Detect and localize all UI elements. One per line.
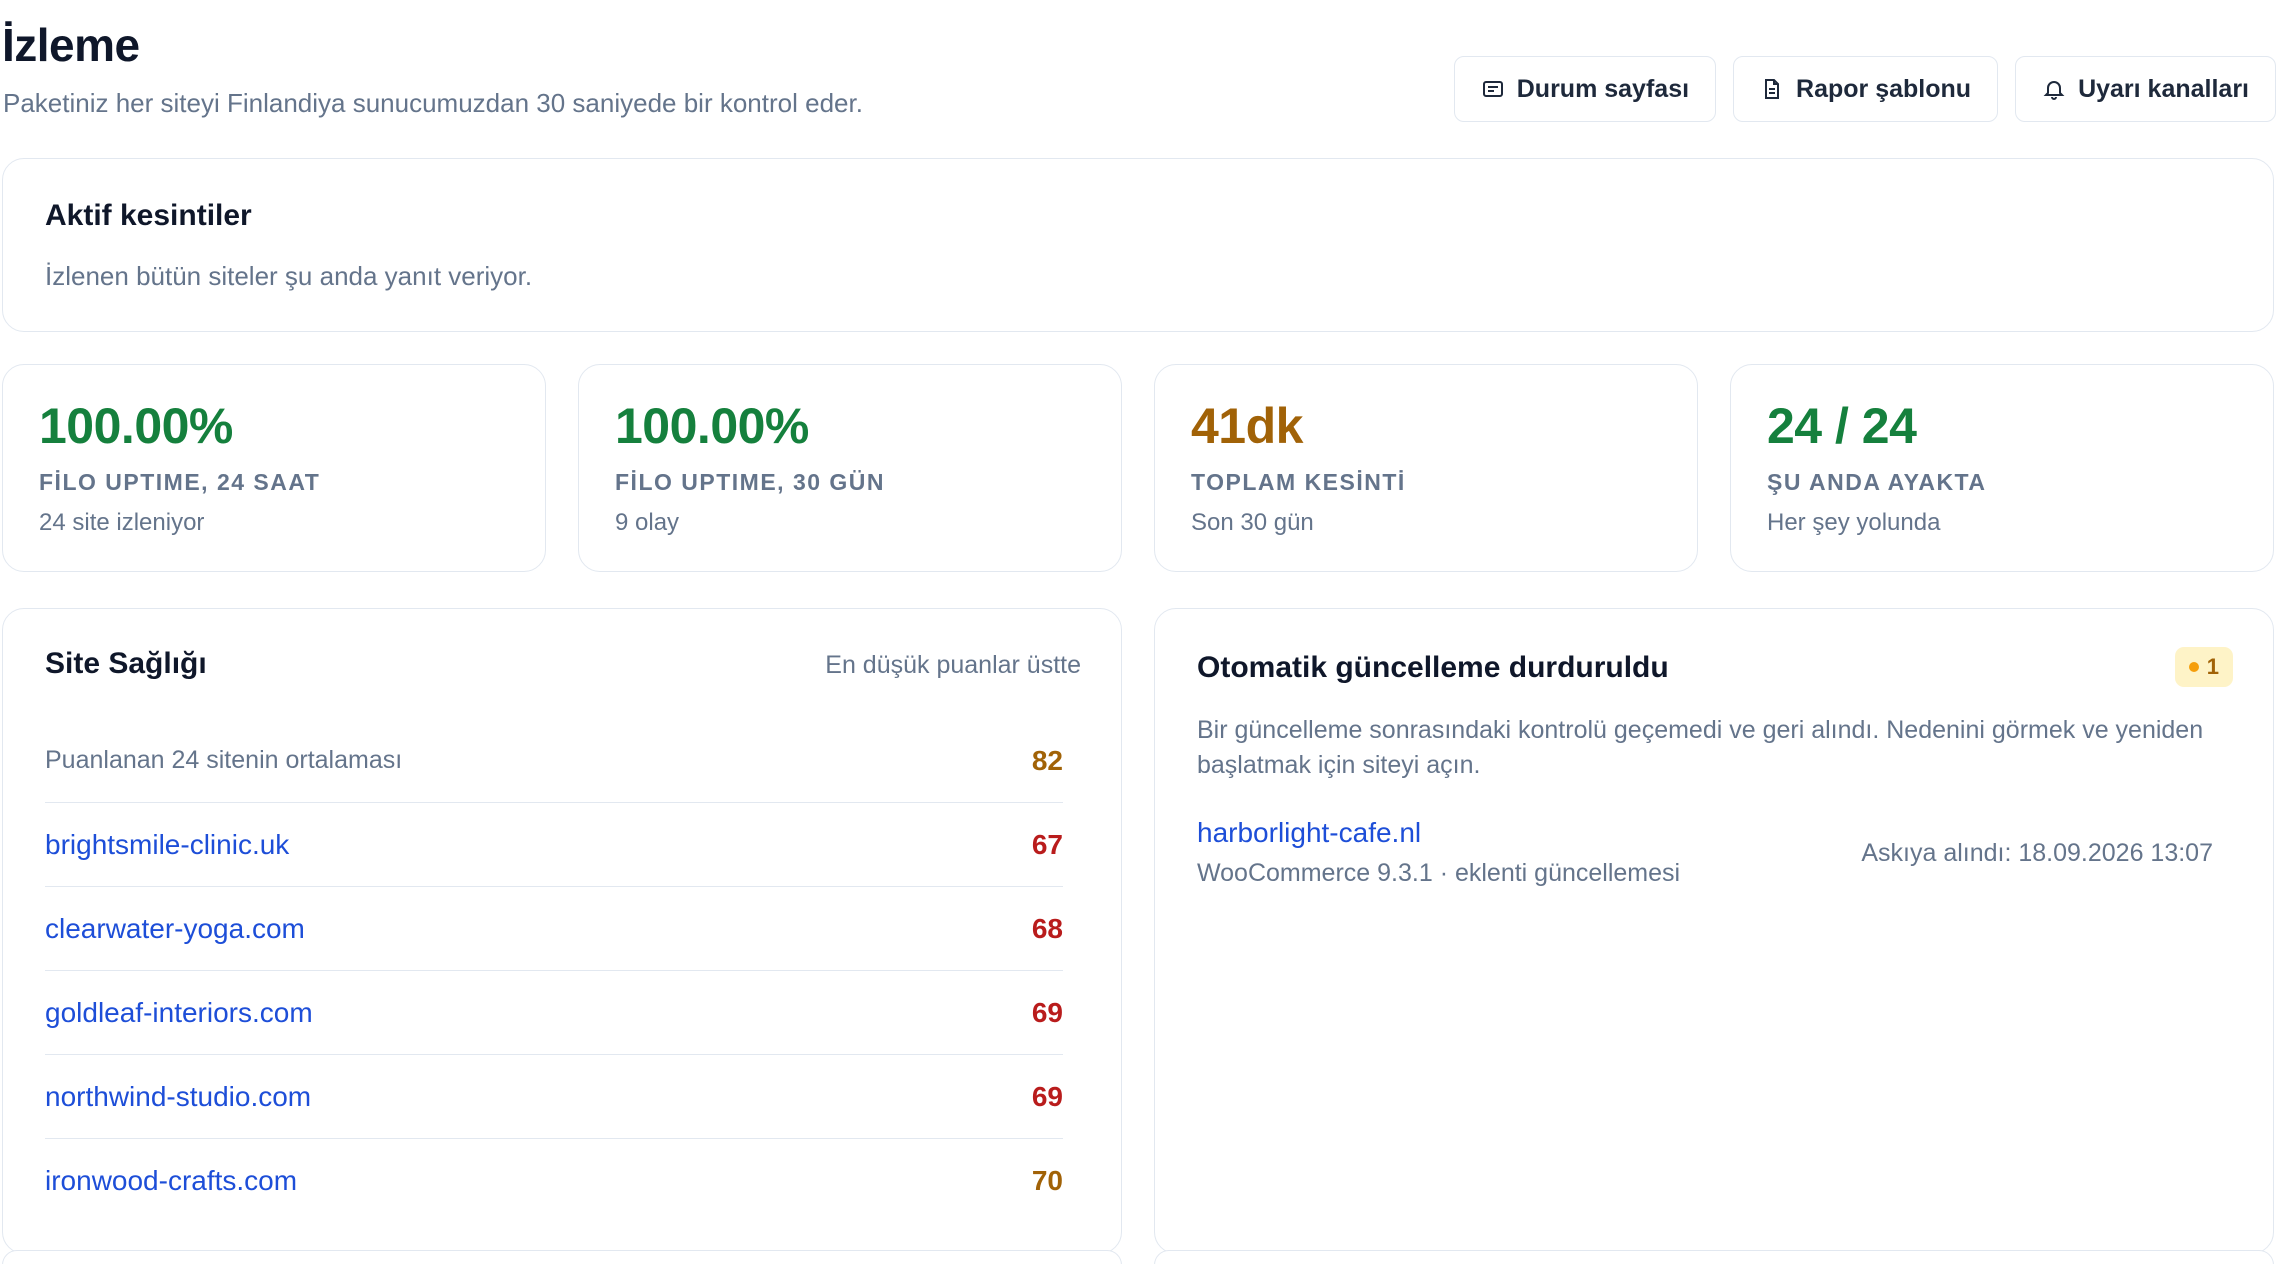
site-score: 69 <box>1031 1080 1063 1112</box>
alert-channels-button[interactable]: Uyarı kanalları <box>2015 56 2276 122</box>
site-link[interactable]: brightsmile-clinic.uk <box>45 829 289 861</box>
paused-timestamp: Askıya alındı: 18.09.2026 13:07 <box>1861 839 2213 867</box>
stat-value: 41dk <box>1191 398 1303 454</box>
next-card-edge <box>1154 1250 2274 1264</box>
site-link[interactable]: goldleaf-interiors.com <box>45 997 313 1029</box>
stat-sub: Son 30 gün <box>1191 509 1314 536</box>
stat-value: 24 / 24 <box>1767 398 1917 454</box>
site-health-list: Puanlanan 24 sitenin ortalaması 82 brigh… <box>45 719 1063 1223</box>
average-score-label: Puanlanan 24 sitenin ortalaması <box>45 746 403 774</box>
list-item: ironwood-crafts.com 70 <box>45 1139 1063 1223</box>
stat-sub: 9 olay <box>615 509 680 536</box>
site-score: 70 <box>1031 1165 1063 1196</box>
stat-sub: Her şey yolunda <box>1767 509 1941 536</box>
header-actions: Durum sayfası Rapor şablonu Uyarı kanall… <box>1453 56 2276 122</box>
stat-value: 100.00% <box>39 398 233 454</box>
site-score: 69 <box>1031 996 1063 1028</box>
active-outages-card: Aktif kesintiler İzlenen bütün siteler ş… <box>2 158 2274 332</box>
report-template-button[interactable]: Rapor şablonu <box>1733 56 1999 122</box>
paused-site-link[interactable]: harborlight-cafe.nl <box>1197 817 1421 849</box>
stat-sub: 24 site izleniyor <box>39 509 205 536</box>
stat-card-total-downtime: 41dk TOPLAM KESİNTİ Son 30 gün <box>1154 364 1698 572</box>
stat-label: TOPLAM KESİNTİ <box>1191 469 1406 495</box>
status-page-button[interactable]: Durum sayfası <box>1453 56 1717 122</box>
status-page-icon <box>1482 81 1503 97</box>
stat-label: ŞU ANDA AYAKTA <box>1767 469 1987 495</box>
document-icon <box>1765 79 1780 99</box>
bell-icon <box>2043 81 2065 100</box>
average-score-value: 82 <box>1031 744 1063 776</box>
list-item: goldleaf-interiors.com 69 <box>45 971 1063 1055</box>
site-health-title: Site Sağlığı <box>45 647 207 680</box>
stat-label: FİLO UPTIME, 24 SAAT <box>39 469 321 495</box>
stat-card-uptime-30d: 100.00% FİLO UPTIME, 30 GÜN 9 olay <box>578 364 1122 572</box>
active-outages-text: İzlenen bütün siteler şu anda yanıt veri… <box>45 261 533 291</box>
average-score-row: Puanlanan 24 sitenin ortalaması 82 <box>45 719 1063 803</box>
site-score: 68 <box>1031 912 1063 944</box>
stat-label: FİLO UPTIME, 30 GÜN <box>615 469 886 495</box>
site-score: 67 <box>1031 828 1063 860</box>
stat-card-currently-up: 24 / 24 ŞU ANDA AYAKTA Her şey yolunda <box>1730 364 2274 572</box>
auto-update-paused-description: Bir güncelleme sonrasındaki kontrolü geç… <box>1197 716 2204 779</box>
monitoring-page: İzleme Paketiniz her siteyi Finlandiya s… <box>0 0 2276 1264</box>
site-link[interactable]: ironwood-crafts.com <box>45 1165 297 1197</box>
list-item: brightsmile-clinic.uk 67 <box>45 803 1063 887</box>
paused-site-meta: WooCommerce 9.3.1 · eklenti güncellemesi <box>1197 859 1681 887</box>
auto-update-paused-card: Otomatik güncelleme durduruldu 1 Bir gün… <box>1154 608 2274 1254</box>
auto-update-paused-title: Otomatik güncelleme durduruldu <box>1197 651 1669 684</box>
stat-card-uptime-24h: 100.00% FİLO UPTIME, 24 SAAT 24 site izl… <box>2 364 546 572</box>
list-item: northwind-studio.com 69 <box>45 1055 1063 1139</box>
status-page-label: Durum sayfası <box>1516 74 1690 103</box>
site-health-hint: En düşük puanlar üstte <box>825 651 1081 679</box>
report-template-label: Rapor şablonu <box>1796 74 1972 103</box>
site-health-card: Site Sağlığı En düşük puanlar üstte Puan… <box>2 608 1122 1254</box>
warning-dot-icon <box>2188 662 2199 672</box>
site-link[interactable]: clearwater-yoga.com <box>45 913 305 945</box>
stat-value: 100.00% <box>615 398 809 454</box>
page-title: İzleme <box>2 19 140 71</box>
page-subtitle: Paketiniz her siteyi Finlandiya sunucumu… <box>3 88 863 118</box>
active-outages-title: Aktif kesintiler <box>45 199 252 232</box>
paused-count-badge: 1 <box>2174 647 2233 687</box>
site-link[interactable]: northwind-studio.com <box>45 1081 311 1113</box>
list-item: clearwater-yoga.com 68 <box>45 887 1063 971</box>
next-card-edge <box>2 1250 1122 1264</box>
paused-count: 1 <box>2206 654 2219 679</box>
alert-channels-label: Uyarı kanalları <box>2078 74 2249 103</box>
